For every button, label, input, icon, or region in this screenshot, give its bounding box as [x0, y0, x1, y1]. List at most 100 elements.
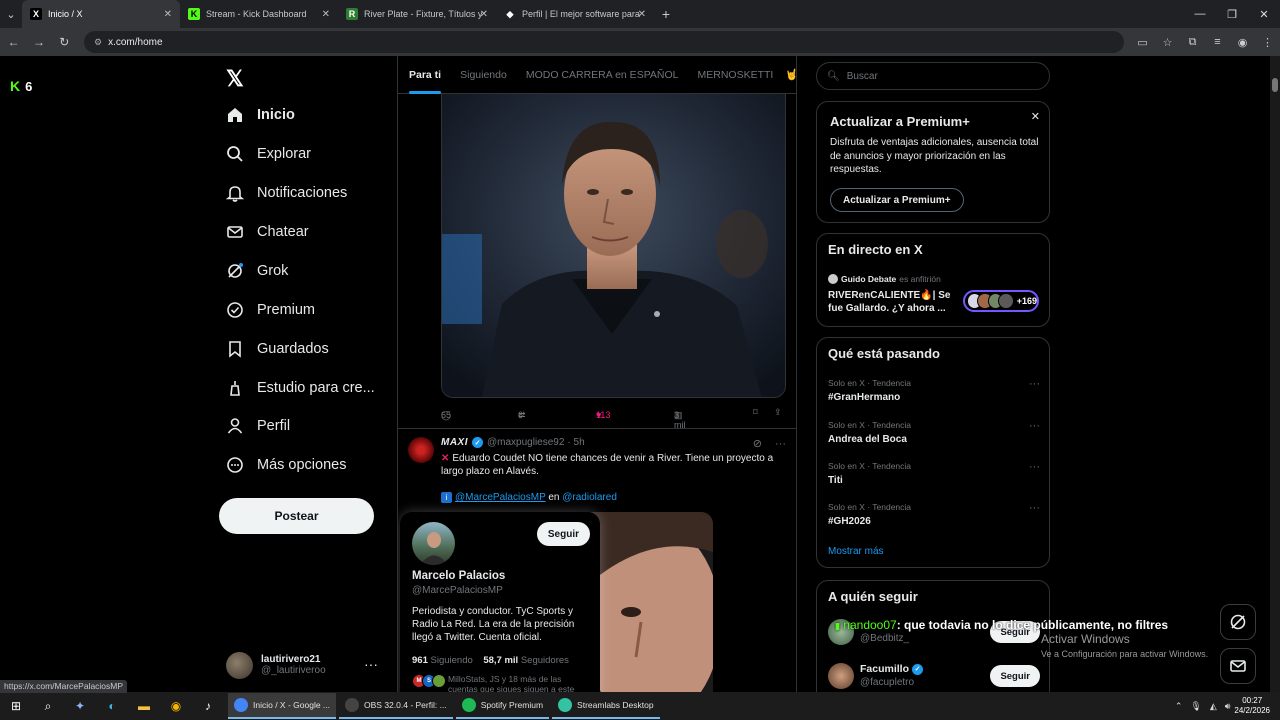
trend-item[interactable]: Solo en X · Tendencia #GranHermano ··· [828, 378, 1040, 412]
sidebar-item-grok[interactable]: Grok [226, 256, 288, 286]
grok-float-button[interactable] [1220, 604, 1256, 640]
tab-modo-carrera[interactable]: MODO CARRERA en ESPAÑOL [526, 56, 679, 94]
menu-icon[interactable]: ⋮ [1255, 30, 1280, 54]
network-icon[interactable]: ◭ [1210, 701, 1217, 712]
source-link[interactable]: @radiolared [562, 492, 617, 503]
edge-icon[interactable]: ◐ [96, 692, 128, 720]
tweet-media-image[interactable] [441, 94, 786, 398]
tweet-media-image[interactable] [581, 512, 713, 692]
page-scrollbar[interactable] [1270, 56, 1280, 692]
sidebar-item-perfil[interactable]: Perfil [226, 411, 290, 441]
avatar[interactable] [408, 437, 434, 463]
sidebar-item-guardados[interactable]: Guardados [226, 334, 329, 364]
space-title[interactable]: RIVERenCALIENTE🔥| Se fue Gallardo. ¿Y ah… [828, 289, 958, 315]
sidebar-item-explorar[interactable]: Explorar [226, 139, 311, 169]
folder-icon[interactable]: ▬ [128, 692, 160, 720]
post-button[interactable]: Postear [219, 498, 374, 534]
following-link[interactable]: 961 Siguiendo [412, 655, 473, 666]
share-icon[interactable]: ⇪ [774, 407, 782, 418]
url-field[interactable]: ⚙ x.com/home [83, 31, 1125, 53]
space-listeners[interactable]: +169 [963, 290, 1039, 312]
more-icon[interactable]: ··· [1029, 502, 1040, 514]
mic-icon[interactable]: 🎙︎ [1190, 701, 1201, 712]
trend-item[interactable]: Solo en X · Tendencia #GH2026 ··· [828, 502, 1040, 536]
profile-name[interactable]: Marcelo Palacios [412, 570, 505, 582]
more-icon[interactable]: ··· [1029, 420, 1040, 432]
chevron-up-icon[interactable]: ⌃ [1175, 701, 1183, 712]
copilot-icon[interactable]: ✦ [64, 692, 96, 720]
tweet-author-name[interactable]: MAXI [441, 437, 468, 448]
search-icon[interactable]: ⌕ [32, 692, 64, 720]
space-host[interactable]: Guido Debate es anfitrión [828, 274, 941, 284]
more-icon[interactable]: ··· [775, 438, 786, 450]
tab-para-ti[interactable]: Para ti [409, 56, 442, 94]
sidebar-item-chatear[interactable]: Chatear [226, 217, 309, 247]
tab-next-emoji[interactable]: 🤘 [785, 56, 796, 94]
browser-tab[interactable]: K Stream - Kick Dashboard ✕ [180, 0, 338, 28]
x-logo-icon[interactable]: 𝕏 [226, 66, 244, 92]
browser-tab[interactable]: R River Plate - Fixture, Títulos y P ✕ [338, 0, 496, 28]
sidebar-item-más-opciones[interactable]: Más opciones [226, 450, 346, 480]
show-more-link[interactable]: Mostrar más [828, 546, 884, 557]
tab-search-icon[interactable]: ⌄ [0, 0, 22, 28]
close-tab-icon[interactable]: ✕ [638, 9, 646, 20]
sidebar-item-estudio-para-cre[interactable]: Estudio para cre... [226, 373, 375, 403]
chrome-icon[interactable]: ◉ [160, 692, 192, 720]
close-icon[interactable]: ✕ [1031, 110, 1040, 123]
back-icon[interactable]: ← [2, 30, 25, 54]
forward-icon[interactable]: → [27, 30, 50, 54]
tweet-time[interactable]: · 5h [567, 437, 584, 448]
sidebar-item-inicio[interactable]: Inicio [226, 100, 295, 130]
bookmark-star-icon[interactable]: ☆ [1155, 30, 1180, 54]
browser-tab[interactable]: ◆ Perfil | El mejor software para p ✕ [496, 0, 654, 28]
more-icon[interactable]: ··· [1029, 461, 1040, 473]
tiktok-icon[interactable]: ♪ [192, 692, 224, 720]
close-tab-icon[interactable]: ✕ [480, 9, 488, 20]
minimize-icon[interactable]: — [1184, 0, 1216, 28]
scrollbar-thumb[interactable] [1272, 78, 1278, 92]
taskbar-app[interactable]: Streamlabs Desktop [552, 693, 660, 719]
follow-button[interactable]: Seguir [536, 522, 590, 546]
upgrade-premium-button[interactable]: Actualizar a Premium+ [830, 188, 964, 212]
taskbar-app[interactable]: Spotify Premium [455, 693, 550, 719]
trend-item[interactable]: Solo en X · Tendencia Andrea del Boca ··· [828, 420, 1040, 454]
taskbar-app[interactable]: OBS 32.0.4 - Perfil: ... [339, 693, 453, 719]
trend-item[interactable]: Solo en X · Tendencia Titi ··· [828, 461, 1040, 495]
clock[interactable]: 00:27 24/2/2026 [1234, 696, 1270, 716]
more-icon[interactable]: ··· [1029, 378, 1040, 390]
close-tab-icon[interactable]: ✕ [322, 9, 330, 20]
tab-mernosketti[interactable]: MERNOSKETTI [698, 56, 774, 94]
avatar[interactable] [412, 522, 455, 565]
site-info-icon[interactable]: ⚙ [94, 37, 102, 48]
media-icon[interactable]: ≡ [1205, 30, 1230, 54]
mention-link[interactable]: @MarcePalaciosMP [455, 492, 546, 503]
windows-start-icon[interactable]: ⊞ [0, 692, 32, 720]
list-item[interactable]: Facumillo ✓ @facupletro Seguir [828, 661, 1040, 691]
cast-icon[interactable]: ▭ [1130, 30, 1155, 54]
messages-float-button[interactable] [1220, 648, 1256, 684]
taskbar-app[interactable]: Inicio / X - Google ... [228, 693, 337, 719]
restore-icon[interactable]: ❐ [1216, 0, 1248, 28]
new-tab-button[interactable]: + [654, 0, 678, 28]
tab-siguiendo[interactable]: Siguiendo [460, 56, 507, 94]
mutual-followers[interactable]: M S MilloStats, JS y 18 más de las cuent… [412, 674, 592, 692]
extensions-icon[interactable]: ⧉ [1180, 30, 1205, 54]
close-window-icon[interactable]: ✕ [1248, 0, 1280, 28]
bookmark-icon[interactable]: ⌑ [753, 407, 758, 418]
profile-handle[interactable]: @MarcePalaciosMP [412, 585, 503, 596]
volume-icon[interactable]: 🔊︎ [1225, 701, 1231, 712]
followers-link[interactable]: 58,7 mil Seguidores [483, 655, 569, 666]
profile-icon[interactable]: ◉ [1230, 30, 1255, 54]
follow-button[interactable]: Seguir [990, 665, 1040, 687]
grok-icon[interactable]: ⊘ [753, 438, 762, 450]
sidebar-item-notificaciones[interactable]: Notificaciones [226, 178, 347, 208]
search-input[interactable]: 🔍︎ Buscar [816, 62, 1050, 90]
tweet-author-handle[interactable]: @maxpugliese92 [487, 437, 564, 448]
close-tab-icon[interactable]: ✕ [164, 9, 172, 20]
reload-icon[interactable]: ↻ [53, 30, 76, 54]
account-switcher[interactable]: lautirivero21 @_lautiriveroo ··· [226, 650, 386, 680]
more-icon[interactable]: ··· [364, 656, 378, 672]
sidebar-item-premium[interactable]: Premium [226, 295, 315, 325]
timeline-tabs: Para ti Siguiendo MODO CARRERA en ESPAÑO… [398, 56, 796, 94]
browser-tab[interactable]: X Inicio / X ✕ [22, 0, 180, 28]
